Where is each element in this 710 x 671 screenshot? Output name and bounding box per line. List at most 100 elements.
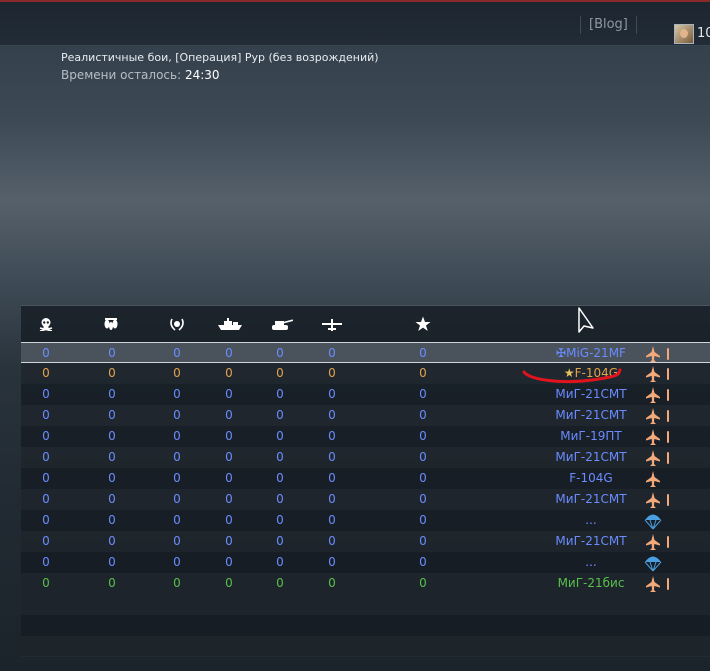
stat-cell: 0 xyxy=(276,429,284,443)
vehicle-label: МиГ-21СМТ xyxy=(555,408,627,422)
table-row[interactable]: 0 0 0 0 0 0 0 МиГ-21СМТ xyxy=(21,531,710,552)
table-row[interactable]: 0 0 0 0 0 0 0 МиГ-19ПТ xyxy=(21,426,710,447)
tank-icon xyxy=(269,316,295,332)
parachute-icon xyxy=(644,554,686,572)
user-level: 10 xyxy=(697,26,710,41)
blog-link[interactable]: [Blog] xyxy=(580,16,637,34)
mission-title: Реалистичные бои, [Операция] Рур (без во… xyxy=(61,51,379,64)
stat-cell: 0 xyxy=(419,492,427,506)
vehicle-label: F-104G xyxy=(569,471,613,485)
stat-cell: 0 xyxy=(419,534,427,548)
stat-cell: 0 xyxy=(328,346,336,360)
top-bar: [Blog] 10 xyxy=(0,0,710,46)
stat-cell: 0 xyxy=(108,534,116,548)
vehicle-label: ✠MiG-21MF xyxy=(556,346,626,360)
stat-cell: 0 xyxy=(328,513,336,527)
stat-cell: 0 xyxy=(42,576,50,590)
stat-cell: 0 xyxy=(173,387,181,401)
stat-cell: 0 xyxy=(328,492,336,506)
stat-cell: 0 xyxy=(419,387,427,401)
stat-cell: 0 xyxy=(108,387,116,401)
scoreboard: 0 0 0 0 0 0 0 ✠MiG-21MF 0 0 0 0 0 0 0 ★F-104G 0 0 0 0 0 0 0 МиГ… xyxy=(21,305,710,656)
aircraft-status-icon xyxy=(646,386,686,404)
aircraft-status-icon xyxy=(646,365,686,383)
table-row[interactable]: 0 0 0 0 0 0 0 МиГ-21СМТ xyxy=(21,489,710,510)
table-row[interactable]: 0 0 0 0 0 0 0 МиГ-21СМТ xyxy=(21,447,710,468)
parachute-icon xyxy=(644,512,686,530)
stat-cell: 0 xyxy=(42,492,50,506)
stat-cell: 0 xyxy=(108,429,116,443)
table-row[interactable]: 0 0 0 0 0 0 0 ✠MiG-21MF xyxy=(21,342,710,363)
stat-cell: 0 xyxy=(225,450,233,464)
empty-row xyxy=(21,615,710,636)
timer-value: 24:30 xyxy=(184,68,220,82)
stat-cell: 0 xyxy=(42,471,50,485)
stat-cell: 0 xyxy=(173,366,181,380)
stat-cell: 0 xyxy=(276,366,284,380)
bombs-icon xyxy=(100,316,122,332)
table-row[interactable]: 0 0 0 0 0 0 0 МиГ-21бис xyxy=(21,573,710,594)
stat-cell: 0 xyxy=(276,534,284,548)
stat-cell: 0 xyxy=(108,346,116,360)
avatar-face xyxy=(680,29,688,38)
scoreboard-header xyxy=(21,305,710,342)
empty-row xyxy=(21,636,710,657)
stat-cell: 0 xyxy=(328,387,336,401)
stat-cell: 0 xyxy=(225,408,233,422)
stat-cell: 0 xyxy=(173,450,181,464)
stat-cell: 0 xyxy=(276,576,284,590)
stat-cell: 0 xyxy=(42,513,50,527)
stat-cell: 0 xyxy=(108,513,116,527)
ship-icon xyxy=(217,316,243,332)
stat-cell: 0 xyxy=(328,450,336,464)
vehicle-label: МиГ-21СМТ xyxy=(555,450,627,464)
stat-cell: 0 xyxy=(108,555,116,569)
stat-cell: 0 xyxy=(42,346,50,360)
stat-cell: 0 xyxy=(276,387,284,401)
table-row[interactable]: 0 0 0 0 0 0 0 МиГ-21СМТ xyxy=(21,384,710,405)
stat-cell: 0 xyxy=(173,513,181,527)
stat-cell: 0 xyxy=(225,366,233,380)
stat-cell: 0 xyxy=(225,513,233,527)
stat-cell: 0 xyxy=(276,492,284,506)
stat-cell: 0 xyxy=(225,429,233,443)
stat-cell: 0 xyxy=(173,346,181,360)
stat-cell: 0 xyxy=(328,576,336,590)
vehicle-label: МиГ-21СМТ xyxy=(555,387,627,401)
vehicle-label: ... xyxy=(585,513,597,527)
stat-cell: 0 xyxy=(419,366,427,380)
red-underline-annotation xyxy=(522,368,622,384)
stat-cell: 0 xyxy=(173,429,181,443)
vehicle-label: МиГ-21СМТ xyxy=(555,534,627,548)
stat-cell: 0 xyxy=(276,471,284,485)
aircraft-status-icon xyxy=(646,575,686,593)
stat-cell: 0 xyxy=(419,429,427,443)
stat-cell: 0 xyxy=(328,366,336,380)
stat-cell: 0 xyxy=(42,534,50,548)
user-avatar[interactable] xyxy=(674,24,694,44)
stat-cell: 0 xyxy=(276,346,284,360)
vehicle-label: МиГ-19ПТ xyxy=(560,429,622,443)
timer-label: Времени осталось: xyxy=(61,68,182,82)
stat-cell: 0 xyxy=(328,555,336,569)
stat-cell: 0 xyxy=(108,366,116,380)
stat-cell: 0 xyxy=(276,450,284,464)
stat-cell: 0 xyxy=(108,492,116,506)
aircraft-status-icon xyxy=(646,533,686,551)
stat-cell: 0 xyxy=(225,534,233,548)
table-row[interactable]: 0 0 0 0 0 0 0... xyxy=(21,552,710,573)
timer: Времени осталось: 24:30 xyxy=(61,68,220,82)
stat-cell: 0 xyxy=(173,492,181,506)
stat-cell: 0 xyxy=(225,387,233,401)
stat-cell: 0 xyxy=(419,555,427,569)
stat-cell: 0 xyxy=(276,408,284,422)
wreath-icon xyxy=(166,316,188,332)
plane-icon xyxy=(321,316,343,332)
table-row[interactable]: 0 0 0 0 0 0 0 F-104G xyxy=(21,468,710,489)
stat-cell: 0 xyxy=(225,555,233,569)
table-row[interactable]: 0 0 0 0 0 0 0... xyxy=(21,510,710,531)
table-row[interactable]: 0 0 0 0 0 0 0 МиГ-21СМТ xyxy=(21,405,710,426)
stat-cell: 0 xyxy=(173,555,181,569)
stat-cell: 0 xyxy=(225,471,233,485)
stat-cell: 0 xyxy=(42,387,50,401)
